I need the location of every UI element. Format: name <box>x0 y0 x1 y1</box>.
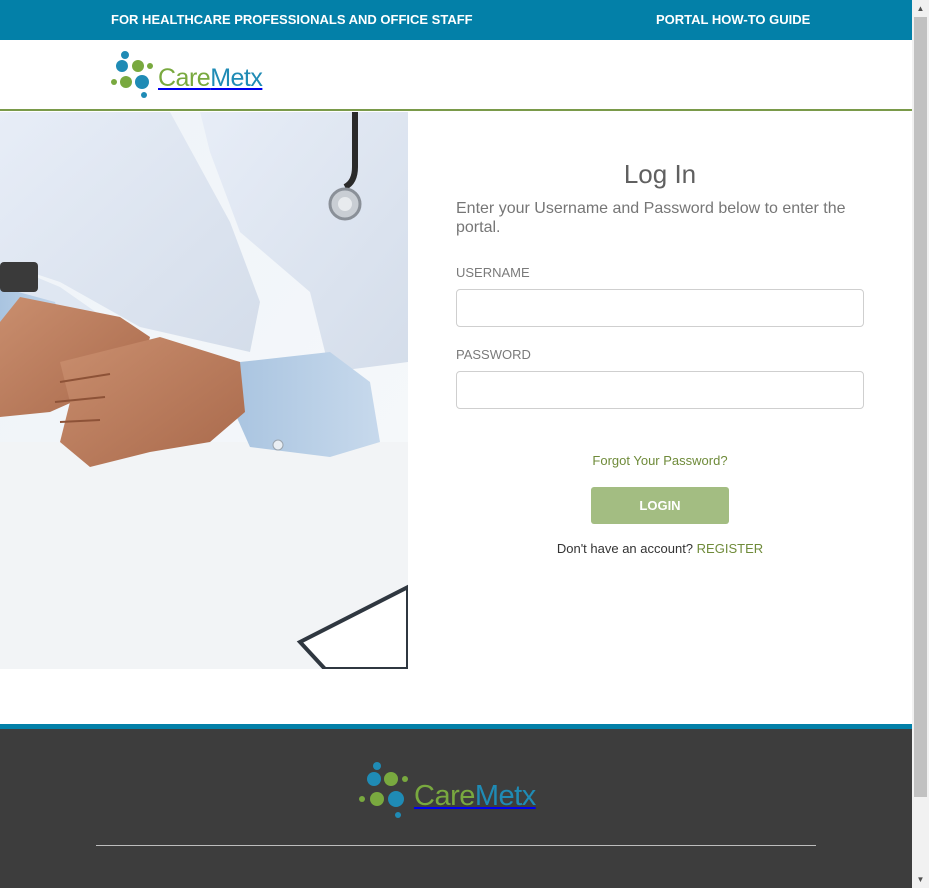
footer-logo-wordmark: CareMetx <box>414 780 536 813</box>
caremetx-logo[interactable]: CareMetx <box>110 49 263 101</box>
register-link[interactable]: REGISTER <box>697 541 763 556</box>
top-bar: FOR HEALTHCARE PROFESSIONALS AND OFFICE … <box>0 0 912 40</box>
footer-divider <box>96 845 816 846</box>
vertical-scrollbar[interactable]: ▲ ▼ <box>912 0 929 888</box>
username-label: USERNAME <box>456 265 530 280</box>
scrollbar-thumb[interactable] <box>914 17 927 797</box>
scroll-up-arrow-icon[interactable]: ▲ <box>912 0 929 17</box>
logo-word-care: Care <box>158 63 211 92</box>
username-input[interactable] <box>456 289 864 327</box>
register-prompt: Don't have an account? REGISTER <box>456 541 864 556</box>
password-input[interactable] <box>456 371 864 409</box>
logo-word-metx: Metx <box>210 63 263 92</box>
scroll-down-arrow-icon[interactable]: ▼ <box>912 871 929 888</box>
login-subtitle: Enter your Username and Password below t… <box>456 200 846 236</box>
logo-wordmark: CareMetx <box>158 63 263 93</box>
password-label: PASSWORD <box>456 347 531 362</box>
hero-image-doctor-holding-hands <box>0 112 408 669</box>
forgot-password-link[interactable]: Forgot Your Password? <box>456 453 864 468</box>
footer-logo-word-care: Care <box>414 779 475 812</box>
portal-guide-link[interactable]: PORTAL HOW-TO GUIDE <box>656 12 810 27</box>
logo-dots-icon <box>111 51 153 98</box>
footer-logo-word-metx: Metx <box>474 779 536 812</box>
login-button[interactable]: LOGIN <box>591 487 729 524</box>
footer-logo-dots-icon <box>359 762 408 818</box>
doctor-holding-patient-hands-image <box>0 112 408 669</box>
healthcare-professionals-link[interactable]: FOR HEALTHCARE PROFESSIONALS AND OFFICE … <box>111 12 473 27</box>
footer-caremetx-logo[interactable]: CareMetx <box>358 760 536 822</box>
page: FOR HEALTHCARE PROFESSIONALS AND OFFICE … <box>0 0 912 888</box>
login-title: Log In <box>623 159 697 189</box>
site-header: CareMetx <box>0 40 912 111</box>
no-account-text: Don't have an account? <box>556 541 694 556</box>
